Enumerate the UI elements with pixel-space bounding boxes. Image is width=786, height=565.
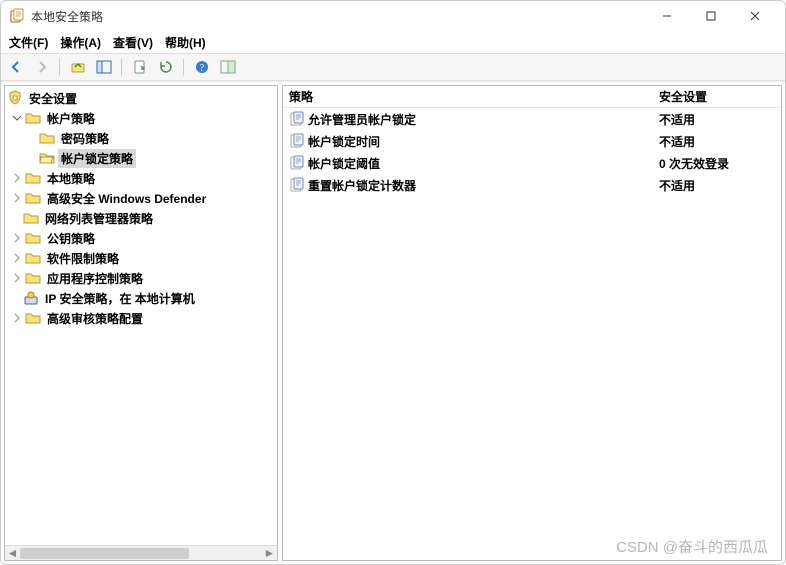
menu-action[interactable]: 操作(A) [60,34,101,51]
collapse-icon[interactable] [11,112,23,124]
export-button[interactable] [129,56,151,78]
folder-open-icon [39,150,55,166]
tree-ipsec[interactable]: IP 安全策略，在 本地计算机 [5,288,277,308]
forward-button[interactable] [31,56,53,78]
column-setting[interactable]: 安全设置 [653,88,781,105]
list-row[interactable]: 帐户锁定时间 不适用 [283,130,781,152]
scrollbar-thumb[interactable] [20,548,189,559]
tree-scrollbar-h[interactable]: ◄ ► [5,545,277,560]
window-title: 本地安全策略 [31,8,645,25]
menubar: 文件(F) 操作(A) 查看(V) 帮助(H) [1,31,785,53]
toolbar-separator [121,58,123,76]
tree-defender[interactable]: 高级安全 Windows Defender [5,188,277,208]
list-row[interactable]: 重置帐户锁定计数器 不适用 [283,174,781,196]
scroll-right-icon[interactable]: ► [262,546,277,561]
folder-icon [25,170,41,186]
policy-setting: 不适用 [653,177,781,194]
titlebar: 本地安全策略 [1,1,785,31]
list-pane: 策略 安全设置 允许管理员帐户锁定不适用帐户锁定时间不适用帐户锁定阈值0 次无效… [282,85,782,561]
policy-name: 允许管理员帐户锁定 [308,111,416,128]
tree-audit-config[interactable]: 高级审核策略配置 [5,308,277,328]
folder-icon [25,250,41,266]
toolbar-separator [59,58,61,76]
tree-lockout-policy[interactable]: 帐户锁定策略 [5,148,277,168]
list-header: 策略 安全设置 [283,86,781,108]
back-button[interactable] [5,56,27,78]
column-policy[interactable]: 策略 [283,88,653,105]
expand-icon[interactable] [11,232,23,244]
toolbar: ? [1,53,785,81]
policy-name: 帐户锁定阈值 [308,155,380,172]
security-icon [7,90,23,106]
refresh-button[interactable] [155,56,177,78]
policy-icon [289,177,305,193]
up-button[interactable] [67,56,89,78]
help-button[interactable]: ? [191,56,213,78]
expand-icon[interactable] [11,192,23,204]
ipsec-icon [23,290,39,306]
folder-icon [25,230,41,246]
tree-account-policy[interactable]: 帐户策略 [5,108,277,128]
list-row[interactable]: 帐户锁定阈值 0 次无效登录 [283,152,781,174]
menu-file[interactable]: 文件(F) [9,34,48,51]
toolbar-separator [183,58,185,76]
tree-app-control[interactable]: 应用程序控制策略 [5,268,277,288]
content-area: 安全设置 帐户策略 密码策略 帐户锁定策略 [1,81,785,564]
expand-icon[interactable] [11,272,23,284]
folder-icon [25,110,41,126]
policy-icon [289,111,305,127]
menu-view[interactable]: 查看(V) [113,34,153,51]
tree-password-policy[interactable]: 密码策略 [5,128,277,148]
app-window: 本地安全策略 文件(F) 操作(A) 查看(V) 帮助(H) ? 安全设 [0,0,786,565]
tree-pane: 安全设置 帐户策略 密码策略 帐户锁定策略 [4,85,278,561]
expand-icon[interactable] [11,312,23,324]
properties-button[interactable] [217,56,239,78]
folder-icon [25,270,41,286]
policy-icon [289,133,305,149]
policy-setting: 不适用 [653,111,781,128]
watermark: CSDN @奋斗的西瓜瓜 [616,536,768,557]
list-row[interactable]: 允许管理员帐户锁定 不适用 [283,108,781,130]
folder-icon [39,130,55,146]
tree-software-restrict[interactable]: 软件限制策略 [5,248,277,268]
folder-icon [25,310,41,326]
expand-icon[interactable] [11,252,23,264]
tree-pubkey[interactable]: 公钥策略 [5,228,277,248]
svg-text:?: ? [200,63,205,74]
policy-name: 重置帐户锁定计数器 [308,177,416,194]
menu-help[interactable]: 帮助(H) [165,34,206,51]
maximize-button[interactable] [689,2,733,30]
policy-name: 帐户锁定时间 [308,133,380,150]
list-body: 允许管理员帐户锁定不适用帐户锁定时间不适用帐户锁定阈值0 次无效登录重置帐户锁定… [283,108,781,196]
tree-root[interactable]: 安全设置 [5,88,277,108]
policy-icon [289,155,305,171]
show-hide-tree-button[interactable] [93,56,115,78]
minimize-button[interactable] [645,2,689,30]
expand-icon[interactable] [11,172,23,184]
policy-setting: 不适用 [653,133,781,150]
scroll-left-icon[interactable]: ◄ [5,546,20,561]
policy-setting: 0 次无效登录 [653,155,781,172]
tree-network-list[interactable]: 网络列表管理器策略 [5,208,277,228]
close-button[interactable] [733,2,777,30]
tree-local-policy[interactable]: 本地策略 [5,168,277,188]
folder-icon [25,190,41,206]
folder-icon [23,210,39,226]
app-icon [9,8,25,24]
